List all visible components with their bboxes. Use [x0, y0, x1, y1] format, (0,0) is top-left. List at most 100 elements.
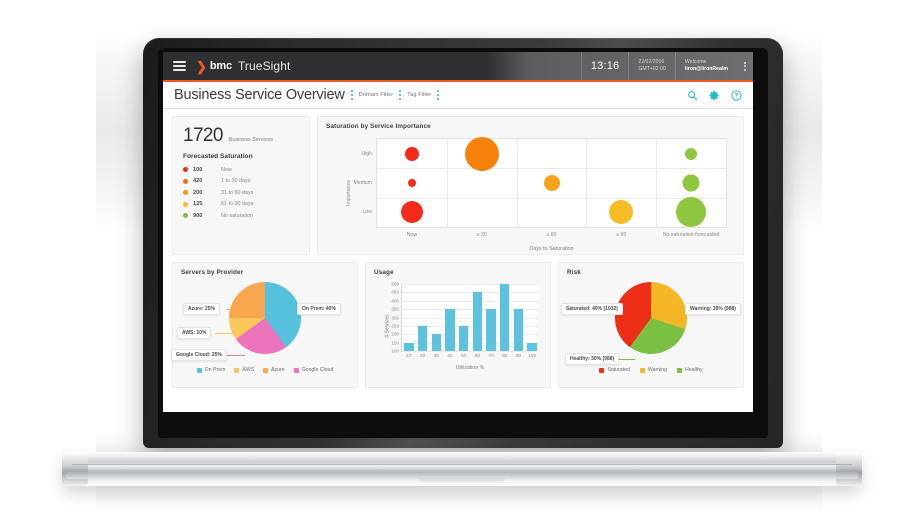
kpi-headline: 1720 Business Services [183, 125, 299, 147]
saturation-timeframe: 31 to 60 days [221, 189, 254, 196]
base-cap-left [62, 452, 88, 486]
servers-by-provider-card: Servers by Provider On Prem: 40% Azure: … [171, 262, 358, 388]
servers-by-provider-legend: On Prem AWS Azure Google Cloud [173, 367, 357, 373]
bar[interactable] [417, 325, 428, 351]
tag-filter-link[interactable]: Tag Filter [407, 92, 431, 98]
help-icon[interactable]: ? [731, 89, 742, 101]
y-axis-tick-label: 500 [391, 281, 399, 287]
saturation-chart-area: Importance High Medium Low Now ≤ 30 ≤ 60 ≤ 90 N… [328, 132, 733, 254]
scatter-bubble[interactable] [400, 201, 423, 224]
saturation-x-axis-title: Days to Saturation [529, 246, 574, 252]
y-axis-tick-label: 300 [391, 315, 399, 320]
y-axis-tick-label: High [361, 150, 372, 157]
scatter-bubble[interactable] [682, 174, 700, 192]
legend-item[interactable]: On Prem [196, 367, 226, 373]
legend-swatch [293, 367, 299, 373]
dashboard-row-1: 1720 Business Services Forecasted Satura… [172, 116, 744, 255]
legend-item[interactable]: AWS [234, 367, 254, 373]
domain-filter-menu-icon[interactable] [399, 90, 402, 100]
scatter-bubble[interactable] [543, 175, 560, 191]
legend-item[interactable]: Healthy [677, 367, 703, 373]
scatter-bubble[interactable] [404, 146, 419, 161]
bar[interactable] [445, 309, 455, 351]
page-title: Business Service Overview [174, 87, 345, 103]
x-axis-tick-label: 100 [528, 354, 537, 359]
domain-filter-link[interactable]: Domain Filter [359, 92, 394, 98]
x-axis-tick-label: 40 [447, 354, 453, 359]
saturation-value: 200 [193, 189, 203, 196]
bar[interactable] [431, 334, 441, 351]
grid-line [402, 351, 539, 352]
usage-plot[interactable]: 100 150 200 250 300 350 400 450 500 10 20 30 40 50 60 7… [391, 282, 539, 359]
risk-card: Risk Warning: 30% (988) Saturated: 40% (… [558, 262, 744, 388]
x-axis-tick-label: 30 [433, 354, 439, 359]
bar[interactable] [513, 309, 524, 351]
base-seam [72, 464, 852, 465]
scatter-bubble[interactable] [685, 147, 698, 160]
page-header-actions: ? [687, 89, 742, 101]
welcome-label: Welcome [684, 59, 707, 65]
grid-line [402, 300, 539, 302]
bmc-wordmark: bmc [209, 60, 232, 72]
business-services-caption: Business Services [228, 137, 273, 143]
base-notch [419, 478, 505, 483]
callout-saturated: Saturated: 40% (1032) [561, 303, 623, 315]
legend-item[interactable]: Google Cloud [293, 367, 333, 373]
legend-item[interactable]: Saturated [599, 367, 630, 373]
legend-label: Azure [271, 367, 285, 373]
scatter-bubble[interactable] [407, 179, 416, 187]
callout-warning: Warning: 30% (988) [685, 303, 741, 315]
topbar-overflow-menu-icon[interactable] [737, 52, 753, 80]
app-topbar: ❯ bmc TrueSight 13:16 22/02/2016 GMT+02:… [163, 52, 753, 82]
legend-swatch [639, 367, 645, 373]
bar[interactable] [500, 284, 510, 351]
page-header-bar: Business Service Overview Domain Filter … [163, 82, 753, 109]
status-dot-icon [183, 178, 188, 184]
saturation-plot[interactable]: High Medium Low Now ≤ 30 ≤ 60 ≤ 90 No saturatio… [354, 136, 727, 238]
callout-line-aws [215, 333, 239, 334]
risk-pie[interactable] [615, 282, 687, 354]
scatter-bubble[interactable] [464, 136, 499, 171]
scatter-bubble[interactable] [609, 200, 634, 225]
saturation-value: 900 [193, 212, 203, 219]
bar[interactable] [486, 309, 496, 351]
date-label: 22/02/2016 [638, 59, 665, 65]
bar[interactable] [527, 342, 537, 351]
legend-label: Warning [647, 367, 668, 373]
tag-filter-menu-icon[interactable] [437, 90, 440, 100]
legend-label: On Prem [204, 367, 226, 373]
bar[interactable] [458, 325, 469, 351]
grid-line-vertical [656, 139, 658, 227]
servers-by-provider-pie[interactable] [229, 282, 301, 354]
bar[interactable] [404, 342, 414, 351]
callout-line-azure [227, 309, 251, 310]
forecasted-saturation-row: 125 61 to 90 days [183, 199, 299, 211]
page-title-menu-icon[interactable] [350, 90, 353, 100]
servers-by-provider-title: Servers by Provider [181, 269, 244, 276]
search-icon[interactable] [687, 90, 698, 101]
laptop-base [62, 452, 862, 486]
saturation-timeframe: 61 to 90 days [221, 201, 254, 208]
risk-title: Risk [567, 269, 581, 276]
x-axis-tick-label: No saturation forecasted [662, 232, 720, 238]
bmc-chevron-icon: ❯ [196, 58, 207, 74]
scatter-bubble[interactable] [676, 197, 707, 228]
dashboard-canvas: 1720 Business Services Forecasted Satura… [163, 109, 753, 388]
x-axis-tick-label: 60 [474, 354, 481, 359]
x-axis-tick-label: 10 [406, 354, 412, 359]
base-cap-right [836, 452, 862, 486]
usage-chart-area: # Services 100 150 200 250 300 350 400 450 500 10… [375, 280, 541, 372]
gear-icon[interactable] [709, 90, 720, 101]
y-axis-tick-label: 150 [391, 340, 399, 346]
bmc-logo[interactable]: ❯ bmc [196, 60, 232, 73]
svg-text:?: ? [735, 93, 739, 99]
forecasted-saturation-list: 100 Now 420 1 to 30 days 200 31 to 60 days 125… [183, 164, 299, 222]
legend-item[interactable]: Azure [263, 367, 285, 373]
hamburger-icon[interactable] [173, 61, 186, 71]
legend-item[interactable]: Warning [639, 367, 668, 373]
x-axis-tick-label: 80 [502, 354, 508, 359]
forecasted-saturation-row: 100 Now [183, 164, 299, 176]
user-cell[interactable]: Welcome liron@lironRealm [674, 52, 737, 80]
callout-line-warning [663, 309, 687, 310]
bar[interactable] [472, 292, 482, 351]
